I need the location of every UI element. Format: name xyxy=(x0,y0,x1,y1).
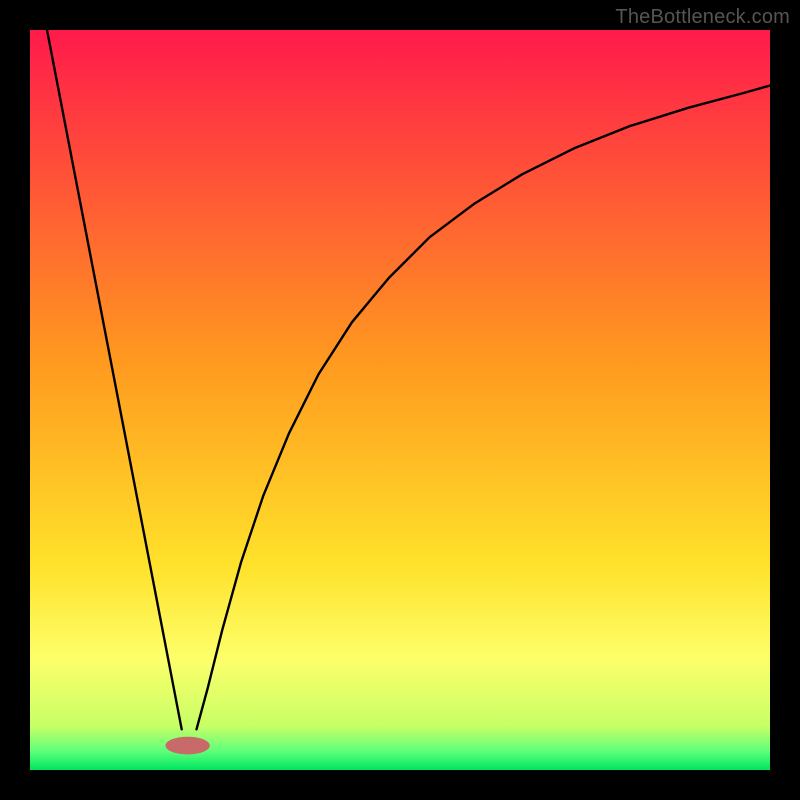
plot-area xyxy=(30,30,770,770)
bottleneck-marker xyxy=(165,737,209,755)
marker-group xyxy=(165,737,209,755)
chart-frame: TheBottleneck.com xyxy=(0,0,800,800)
chart-svg xyxy=(30,30,770,770)
attribution-text: TheBottleneck.com xyxy=(615,6,790,29)
gradient-background xyxy=(30,30,770,770)
